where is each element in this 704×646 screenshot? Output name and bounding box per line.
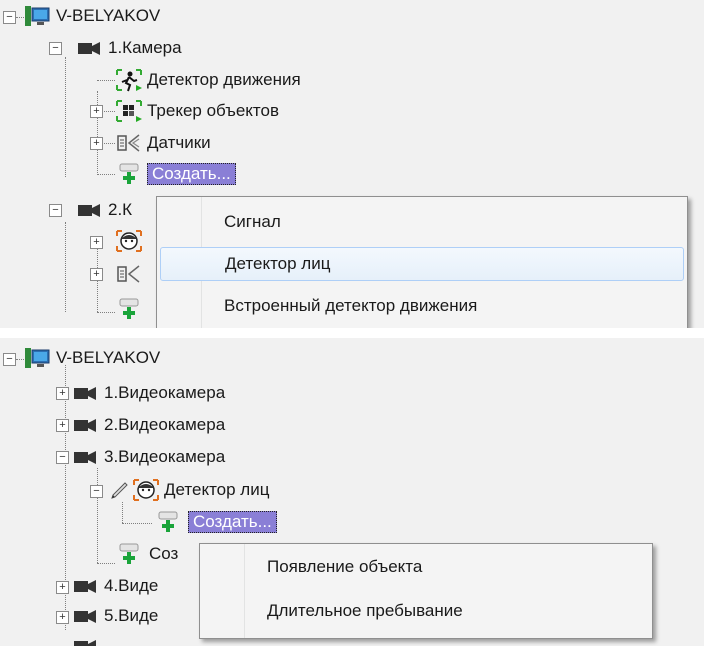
tree-node-create[interactable]: Соз xyxy=(115,542,178,566)
create-plus-icon xyxy=(115,542,143,566)
node-label: V-BELYAKOV xyxy=(56,348,161,367)
node-label: Детектор лиц xyxy=(164,480,270,499)
expand-toggle[interactable]: + xyxy=(56,419,69,432)
tree-node-sensors[interactable] xyxy=(115,262,143,286)
tree-line xyxy=(97,174,115,175)
node-label-selected: Создать... xyxy=(147,163,236,185)
menu-item-signal[interactable]: Сигнал xyxy=(160,205,684,239)
tree-node-object-tracker[interactable]: Трекер объектов xyxy=(115,99,279,123)
tree-line xyxy=(16,359,24,360)
expand-toggle[interactable]: + xyxy=(90,105,103,118)
expand-toggle[interactable]: + xyxy=(56,581,69,594)
menu-item-long-stay[interactable]: Длительное пребывание xyxy=(203,594,649,628)
collapse-toggle[interactable]: − xyxy=(49,42,62,55)
node-label: Трекер объектов xyxy=(147,101,280,120)
tree-line xyxy=(16,17,24,18)
motion-detector-icon xyxy=(115,68,143,92)
node-label: Датчики xyxy=(147,133,211,152)
context-menu: Сигнал Детектор лиц Встроенный детектор … xyxy=(156,196,688,328)
collapse-toggle[interactable]: − xyxy=(90,485,103,498)
object-tracker-icon xyxy=(115,99,143,123)
camera-icon xyxy=(72,634,100,646)
tree-node-videocamera-4[interactable]: 4.Виде xyxy=(72,574,158,598)
node-label: 1.Видеокамера xyxy=(104,383,226,402)
tree-node-sensors[interactable]: Датчики xyxy=(115,131,211,155)
node-label-selected: Создать... xyxy=(188,511,277,533)
tree-line xyxy=(97,80,115,81)
menu-item-object-appearance[interactable]: Появление объекта xyxy=(203,550,649,584)
top-tree-panel: − V-BELYAKOV − 1.Камера Детектор движени… xyxy=(0,0,704,328)
tree-line xyxy=(97,312,115,313)
collapse-toggle[interactable]: − xyxy=(56,451,69,464)
tree-node-camera-2[interactable]: 2.К xyxy=(76,198,132,222)
expand-toggle[interactable]: + xyxy=(90,236,103,249)
tree-node-videocamera-2[interactable]: 2.Видеокамера xyxy=(72,413,225,437)
node-label: 1.Камера xyxy=(108,38,182,57)
tree-line xyxy=(97,468,98,563)
pencil-icon xyxy=(108,478,132,502)
bottom-tree-panel: − V-BELYAKOV + 1.Видеокамера + 2.Видеока… xyxy=(0,338,704,646)
expand-toggle[interactable]: + xyxy=(90,137,103,150)
menu-item-builtin-motion-detector[interactable]: Встроенный детектор движения xyxy=(160,289,684,323)
collapse-toggle[interactable]: − xyxy=(49,204,62,217)
camera-icon xyxy=(72,574,100,598)
tree-node-face-detector[interactable]: Детектор лиц xyxy=(108,478,269,502)
create-plus-icon xyxy=(154,510,188,534)
menu-item-face-detector[interactable]: Детектор лиц xyxy=(160,247,684,281)
tree-line xyxy=(97,91,98,173)
tree-node-videocamera-6[interactable] xyxy=(72,634,100,646)
camera-icon xyxy=(76,36,104,60)
tree-node-create[interactable] xyxy=(115,297,143,321)
node-label: 4.Виде xyxy=(104,576,159,595)
tree-node-create[interactable]: Создать... xyxy=(115,162,236,186)
node-label: V-BELYAKOV xyxy=(56,6,161,25)
tree-line xyxy=(97,563,115,564)
node-label: 2.К xyxy=(108,200,133,219)
tree-node-videocamera-3[interactable]: 3.Видеокамера xyxy=(72,445,225,469)
face-detector-icon xyxy=(115,229,143,253)
tree-line xyxy=(65,57,66,177)
tree-node-face-detector[interactable] xyxy=(115,229,143,253)
camera-icon xyxy=(76,198,104,222)
node-label: Соз xyxy=(149,544,179,563)
tree-node-root[interactable]: V-BELYAKOV xyxy=(24,346,160,370)
node-label: Детектор движения xyxy=(147,70,301,89)
tree-node-videocamera-5[interactable]: 5.Виде xyxy=(72,604,158,628)
expand-toggle[interactable]: + xyxy=(90,268,103,281)
expand-toggle[interactable]: + xyxy=(56,387,69,400)
tree-line xyxy=(122,502,123,523)
create-plus-icon xyxy=(115,297,143,321)
tree-node-root[interactable]: V-BELYAKOV xyxy=(24,4,160,28)
camera-icon xyxy=(72,604,100,628)
create-plus-icon xyxy=(115,162,143,186)
tree-node-videocamera-1[interactable]: 1.Видеокамера xyxy=(72,381,225,405)
tree-node-camera-1[interactable]: 1.Камера xyxy=(76,36,182,60)
node-label: 2.Видеокамера xyxy=(104,415,226,434)
tree-node-create[interactable]: Создать... xyxy=(154,510,277,534)
sensor-icon xyxy=(115,262,143,286)
tree-line xyxy=(122,523,152,524)
collapse-toggle[interactable]: − xyxy=(3,353,16,366)
camera-icon xyxy=(72,445,100,469)
collapse-toggle[interactable]: − xyxy=(3,11,16,24)
server-icon xyxy=(24,4,52,28)
expand-toggle[interactable]: + xyxy=(56,611,69,624)
context-menu: Появление объекта Длительное пребывание xyxy=(199,543,653,639)
sensor-icon xyxy=(115,131,143,155)
face-detector-icon xyxy=(132,478,160,502)
camera-icon xyxy=(72,413,100,437)
camera-icon xyxy=(72,381,100,405)
node-label: 3.Видеокамера xyxy=(104,447,226,466)
node-label: 5.Виде xyxy=(104,606,159,625)
tree-line xyxy=(65,222,66,312)
tree-node-motion-detector[interactable]: Детектор движения xyxy=(115,68,301,92)
server-icon xyxy=(24,346,52,370)
